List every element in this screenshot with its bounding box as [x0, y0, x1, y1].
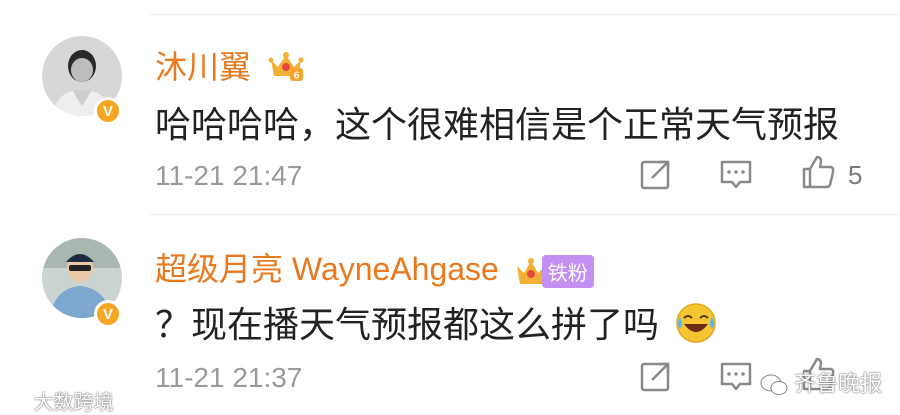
- comment-item: V 沐川翼 6 哈哈哈哈，这个很难相信是个正常天气预报 11-21 21:47: [0, 0, 900, 214]
- timestamp: 11-21 21:37: [155, 362, 303, 393]
- watermark-right: 齐鲁晚报: [760, 366, 882, 398]
- wechat-icon: [760, 374, 788, 396]
- crown-level-text: 6: [294, 70, 300, 81]
- username-text[interactable]: 沐川翼: [155, 49, 251, 85]
- username-text[interactable]: 超级月亮 WayneAhgase: [155, 251, 499, 287]
- timestamp: 11-21 21:47: [155, 160, 303, 191]
- comment-icon[interactable]: [718, 358, 754, 394]
- comment-text: ？现在播天气预报都这么拼了吗: [155, 296, 717, 353]
- crown-icon: 6: [268, 50, 304, 90]
- watermark-left: 大数跨境: [6, 386, 114, 415]
- laughing-emoji-icon: [675, 302, 717, 353]
- watermark-left-text: 大数跨境: [33, 392, 114, 414]
- username[interactable]: 沐川翼 6: [155, 42, 304, 90]
- verified-badge-icon: V: [94, 97, 122, 125]
- comment-text-content: ？现在播天气预报都这么拼了吗: [155, 304, 660, 345]
- watermark-right-text: 齐鲁晚报: [794, 371, 883, 396]
- like-count: 5: [848, 160, 863, 190]
- fan-badge: 铁粉: [514, 255, 594, 289]
- username[interactable]: 超级月亮 WayneAhgase 铁粉: [155, 244, 594, 290]
- like-icon[interactable]: [800, 154, 836, 190]
- watermark-logo-icon: [7, 397, 26, 410]
- comment-icon[interactable]: [718, 156, 754, 192]
- comment-text: 哈哈哈哈，这个很难相信是个正常天气预报: [155, 104, 840, 145]
- repost-icon[interactable]: [638, 358, 674, 394]
- repost-icon[interactable]: [638, 156, 674, 192]
- fan-badge-label: 铁粉: [541, 255, 594, 289]
- verified-badge-icon: V: [94, 300, 122, 328]
